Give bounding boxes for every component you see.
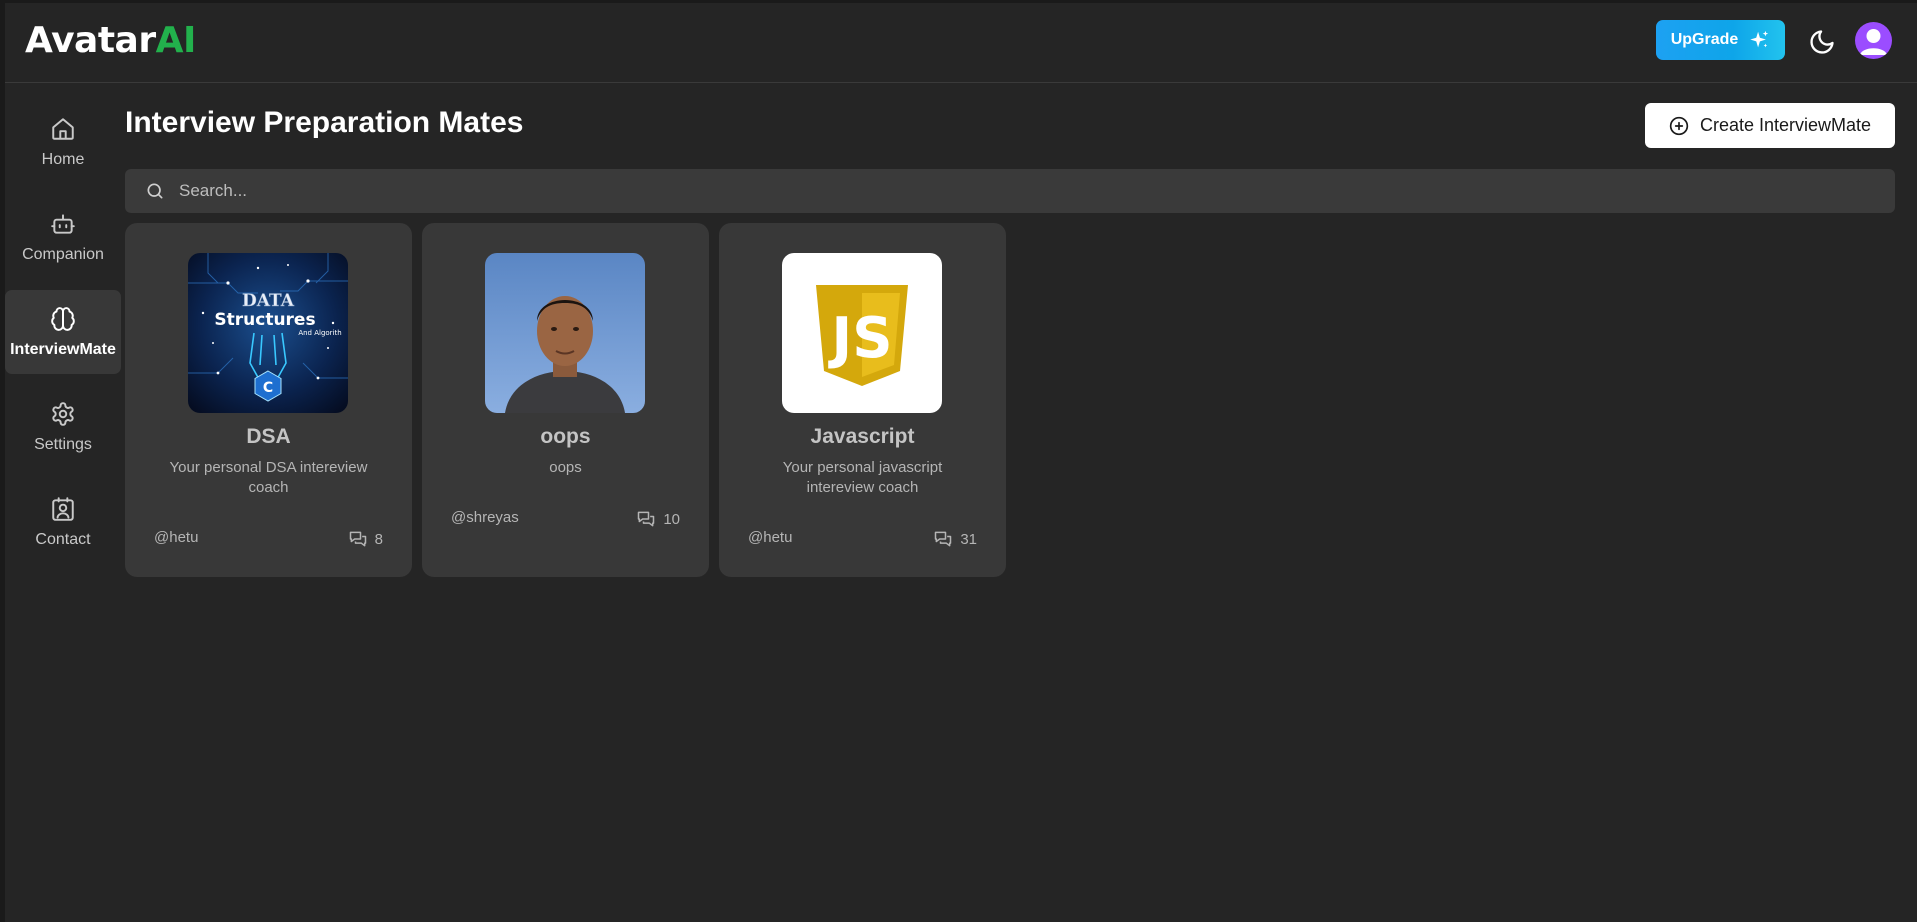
card-title: oops (540, 425, 591, 448)
sidebar-item-label: Contact (35, 530, 91, 548)
theme-toggle-button[interactable] (1808, 28, 1836, 56)
sidebar-item-label: Companion (22, 245, 104, 263)
user-avatar-button[interactable] (1855, 22, 1892, 59)
sidebar-item-label: Home (41, 150, 85, 168)
sidebar-item-label: Settings (34, 435, 92, 453)
logo-main-text: Avatar (25, 20, 156, 61)
gear-icon (52, 401, 74, 426)
card-author: @shreyas (451, 509, 519, 526)
javascript-logo: JS (816, 285, 908, 386)
upgrade-button[interactable]: UpGrade (1656, 20, 1785, 60)
search-input[interactable] (177, 180, 1895, 202)
create-button-label: Create InterviewMate (1699, 115, 1872, 135)
sidebar-item-settings[interactable]: Settings (5, 385, 121, 469)
card-count-value: 8 (374, 530, 383, 548)
card-message-count: 8 (348, 529, 383, 549)
moon-icon (1810, 30, 1834, 54)
card-title: Javascript (810, 425, 915, 448)
sidebar-item-interviewmate[interactable]: InterviewMate (5, 290, 121, 374)
dsa-cover-image: DATA Structures And Algorith C (188, 253, 348, 413)
messages-icon (349, 531, 366, 547)
upgrade-label: UpGrade (1670, 31, 1739, 48)
dsa-cover-text-4: C (263, 380, 273, 396)
card-description: Your personal javascript intereview coac… (782, 459, 943, 496)
sparkles-icon (1750, 30, 1769, 48)
dsa-cover-text-3: And Algorith (298, 329, 341, 337)
logo-accent-text: AI (155, 20, 197, 61)
mate-card-javascript[interactable]: JS Javascript Your personal javascript i… (719, 223, 1006, 577)
javascript-thumbnail: JS (782, 253, 942, 413)
sidebar-item-label: InterviewMate (10, 340, 116, 358)
sidebar-item-contact[interactable]: Contact (5, 480, 121, 564)
card-count-value: 31 (960, 530, 977, 548)
oops-thumbnail (485, 253, 645, 413)
messages-icon (935, 531, 952, 547)
card-description: Your personal DSA intereview coach (169, 459, 368, 496)
app-logo[interactable]: AvatarAI (25, 20, 196, 61)
plus-circle-icon (1669, 116, 1689, 135)
card-description: oops (549, 459, 582, 476)
user-icon (1860, 29, 1887, 55)
create-interviewmate-button[interactable]: Create InterviewMate (1645, 103, 1895, 148)
js-logo-text: JS (827, 306, 892, 371)
sidebar-nav: Home Companion InterviewMate Settings Co… (5, 100, 121, 575)
bot-icon (51, 213, 75, 234)
dsa-cover-text-2: Structures (214, 310, 315, 330)
oops-profile-photo (485, 253, 645, 413)
card-author: @hetu (154, 529, 199, 546)
top-header: AvatarAI (5, 3, 1917, 83)
card-count-value: 10 (663, 510, 680, 528)
card-author: @hetu (748, 529, 793, 546)
dsa-cover-text-1: DATA (242, 291, 295, 311)
page-title: Interview Preparation Mates (125, 106, 524, 139)
search-bar[interactable] (125, 169, 1895, 213)
card-title: DSA (246, 425, 291, 448)
card-message-count: 31 (933, 529, 977, 549)
mate-card-dsa[interactable]: DATA Structures And Algorith C DSA Your … (125, 223, 412, 577)
contact-icon (52, 496, 74, 521)
mate-card-oops[interactable]: oops oops @shreyas 10 (422, 223, 709, 577)
sidebar-item-companion[interactable]: Companion (5, 195, 121, 279)
home-icon (52, 117, 74, 140)
card-message-count: 10 (636, 509, 680, 529)
messages-icon (638, 511, 655, 527)
dsa-thumbnail: DATA Structures And Algorith C (188, 253, 348, 413)
sidebar-item-home[interactable]: Home (5, 100, 121, 184)
brain-icon (51, 306, 75, 331)
search-icon (147, 183, 163, 199)
